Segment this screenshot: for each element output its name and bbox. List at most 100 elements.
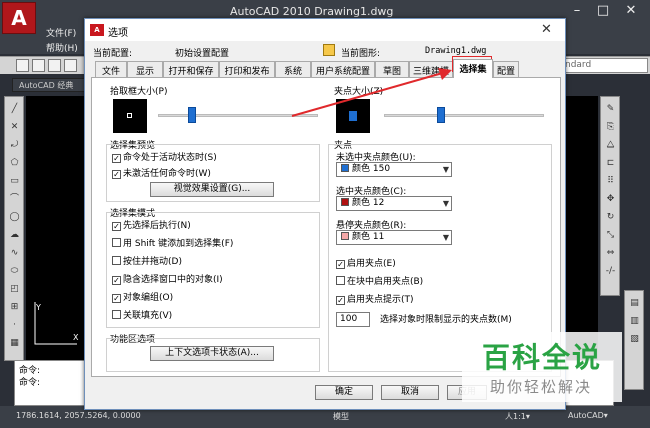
- modify-toolbar: ✎ ⎘ ⧋ ⊏ ⠿ ✥ ↻ ⤡ ⇔ -/-: [600, 96, 620, 296]
- noun-verb-checkbox[interactable]: ✓ 先选择后执行(N): [112, 218, 191, 231]
- revcloud-icon[interactable]: ☁: [8, 229, 21, 241]
- grip-slider-thumb[interactable]: [437, 107, 446, 123]
- object-grouping-checkbox[interactable]: ✓ 对象编组(O): [112, 290, 173, 303]
- line-icon[interactable]: ╱: [8, 103, 21, 115]
- grips-in-blocks-checkbox[interactable]: 在块中启用夹点(B): [336, 274, 423, 287]
- pickbox-size-label: 拾取框大小(P): [110, 87, 168, 97]
- circle-icon[interactable]: ◯: [8, 211, 21, 223]
- point-icon[interactable]: ·: [8, 319, 21, 331]
- unselected-grip-color-select[interactable]: 颜色 150 ▼: [336, 162, 452, 177]
- trim-icon[interactable]: -/-: [604, 265, 617, 277]
- save-icon[interactable]: [48, 59, 61, 72]
- new-icon[interactable]: [16, 59, 29, 72]
- selected-grip-color-select[interactable]: 颜色 12 ▼: [336, 196, 452, 211]
- shift-to-add-checkbox[interactable]: 用 Shift 键添加到选择集(F): [112, 236, 233, 249]
- svg-text:X: X: [73, 333, 79, 342]
- watermark: 百科全说 助你轻松解决: [462, 332, 622, 402]
- watermark-title: 百科全说: [482, 341, 603, 374]
- color-swatch: [341, 198, 349, 206]
- grip-tips-checkbox[interactable]: ✓ 启用夹点提示(T): [336, 292, 414, 305]
- close-window-button[interactable]: ✕: [616, 3, 646, 18]
- offset-icon[interactable]: ⊏: [604, 157, 617, 169]
- make-block-icon[interactable]: ⊞: [8, 301, 21, 313]
- tab-profiles[interactable]: 配置: [493, 61, 519, 77]
- tab-strip: 文件 显示 打开和保存 打印和发布 系统 用户系统配置 草图 三维建模 选择集 …: [91, 59, 561, 78]
- tab-system[interactable]: 系统: [275, 61, 311, 77]
- window-title: AutoCAD 2010 Drawing1.dwg: [230, 5, 394, 18]
- pickbox-preview: [113, 99, 147, 133]
- properties-toolbar: ▤ ▥ ▧: [624, 290, 644, 390]
- tab-user-preferences[interactable]: 用户系统配置: [311, 61, 375, 77]
- erase-icon[interactable]: ✎: [604, 103, 617, 115]
- layer-states-icon[interactable]: ▥: [628, 315, 641, 327]
- coordinate-readout: 1786.1614, 2057.5264, 0.0000: [16, 411, 141, 420]
- preview-no-command-checkbox[interactable]: ✓ 未激活任何命令时(W): [112, 166, 211, 179]
- hover-grip-color-select[interactable]: 颜色 11 ▼: [336, 230, 452, 245]
- layer-icon[interactable]: ▤: [628, 297, 641, 309]
- drawing-file-icon: [323, 44, 335, 56]
- match-properties-icon[interactable]: ▧: [628, 333, 641, 345]
- move-icon[interactable]: ✥: [604, 193, 617, 205]
- pickbox-slider-track[interactable]: [158, 114, 318, 117]
- tab-plot-publish[interactable]: 打印和发布: [219, 61, 275, 77]
- autocad-logo-icon[interactable]: A: [2, 2, 36, 34]
- rectangle-icon[interactable]: ▭: [8, 175, 21, 187]
- menu-help[interactable]: 帮助(H): [46, 41, 78, 54]
- open-icon[interactable]: [32, 59, 45, 72]
- maximize-button[interactable]: □: [588, 3, 618, 18]
- mirror-icon[interactable]: ⧋: [604, 139, 617, 151]
- menu-file[interactable]: 文件(F): [46, 26, 76, 39]
- autocad-small-icon: A: [90, 24, 104, 36]
- stretch-icon[interactable]: ⇔: [604, 247, 617, 259]
- associative-hatch-checkbox[interactable]: 关联填充(V): [112, 308, 172, 321]
- polyline-icon[interactable]: ⤾: [8, 139, 21, 151]
- arc-icon[interactable]: ⌒: [8, 193, 21, 205]
- press-and-drag-checkbox[interactable]: 按住并拖动(D): [112, 254, 182, 267]
- grip-slider-track[interactable]: [384, 114, 544, 117]
- tab-drafting[interactable]: 草图: [375, 61, 409, 77]
- current-profile-value: 初始设置配置: [175, 49, 230, 59]
- contextual-tab-states-button[interactable]: 上下文选项卡状态(A)...: [150, 346, 274, 361]
- implied-windowing-checkbox[interactable]: ✓ 隐含选择窗口中的对象(I): [112, 272, 223, 285]
- current-profile-label: 当前配置:: [93, 49, 133, 59]
- tab-display[interactable]: 显示: [127, 61, 163, 77]
- grip-size-label: 夹点大小(Z): [334, 87, 384, 97]
- ok-button[interactable]: 确定: [315, 385, 373, 400]
- workspace-switch-button[interactable]: AutoCAD▾: [568, 411, 608, 420]
- tab-files[interactable]: 文件: [95, 61, 127, 77]
- polygon-icon[interactable]: ⬠: [8, 157, 21, 169]
- draw-toolbar: ╱ ✕ ⤾ ⬠ ▭ ⌒ ◯ ☁ ∿ ⬭ ◰ ⊞ · ▦: [4, 96, 24, 361]
- hatch-icon[interactable]: ▦: [8, 337, 21, 349]
- command-line-2: 命令:: [19, 378, 41, 388]
- grip-limit-input[interactable]: 100: [336, 312, 370, 327]
- pickbox-slider-thumb[interactable]: [188, 107, 197, 123]
- enable-grips-checkbox[interactable]: ✓ 启用夹点(E): [336, 256, 396, 269]
- workspace-combo[interactable]: AutoCAD 经典: [12, 78, 90, 92]
- color-swatch: [341, 164, 349, 172]
- ellipse-icon[interactable]: ⬭: [8, 265, 21, 277]
- visual-effect-settings-button[interactable]: 视觉效果设置(G)...: [150, 182, 274, 197]
- tab-selection[interactable]: 选择集: [453, 59, 493, 78]
- tab-3d-modeling[interactable]: 三维建模: [409, 61, 453, 77]
- svg-text:Y: Y: [35, 303, 41, 312]
- color-swatch: [341, 232, 349, 240]
- model-space-button[interactable]: 模型: [333, 411, 349, 422]
- dialog-titlebar: A 选项 ✕: [85, 19, 565, 41]
- cancel-button[interactable]: 取消: [381, 385, 439, 400]
- array-icon[interactable]: ⠿: [604, 175, 617, 187]
- insert-block-icon[interactable]: ◰: [8, 283, 21, 295]
- construction-line-icon[interactable]: ✕: [8, 121, 21, 133]
- current-drawing-label: 当前图形:: [341, 49, 381, 59]
- grip-limit-label: 选择对象时限制显示的夹点数(M): [380, 315, 512, 325]
- copy-icon[interactable]: ⎘: [604, 121, 617, 133]
- dialog-close-button[interactable]: ✕: [541, 22, 552, 37]
- print-icon[interactable]: [64, 59, 77, 72]
- preview-active-command-checkbox[interactable]: ✓ 命令处于活动状态时(S): [112, 150, 217, 163]
- tab-open-save[interactable]: 打开和保存: [163, 61, 219, 77]
- annotation-scale-button[interactable]: 人1:1▾: [505, 411, 530, 422]
- spline-icon[interactable]: ∿: [8, 247, 21, 259]
- rotate-icon[interactable]: ↻: [604, 211, 617, 223]
- ucs-icon: YX: [33, 300, 83, 353]
- scale-icon[interactable]: ⤡: [604, 229, 617, 241]
- standard-style-combo[interactable]: ndard: [560, 58, 648, 73]
